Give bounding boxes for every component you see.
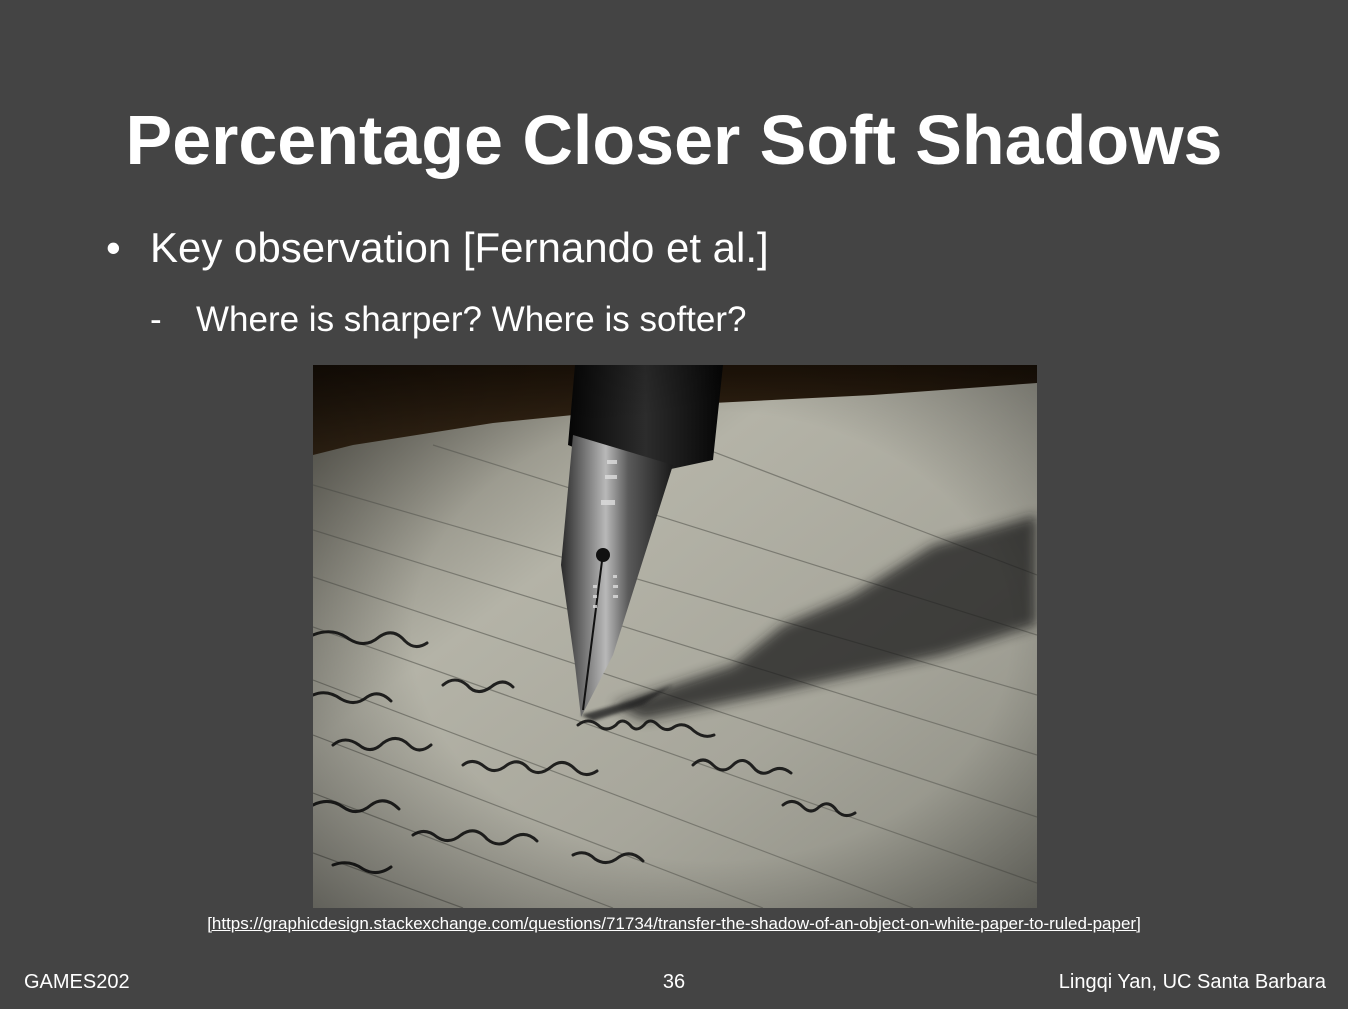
image-source-link[interactable]: [https://graphicdesign.stackexchange.com… [0, 913, 1348, 935]
bullet-point: • Key observation [Fernando et al.] [106, 222, 769, 274]
slide-title: Percentage Closer Soft Shadows [125, 101, 1223, 179]
sub-bullet-point: - Where is sharper? Where is softer? [150, 298, 746, 342]
pen-shadow-photo [313, 365, 1037, 908]
bullet-text: Key observation [Fernando et al.] [150, 224, 769, 271]
footer-author: Lingqi Yan, UC Santa Barbara [1058, 971, 1326, 993]
sub-bullet-text: Where is sharper? Where is softer? [196, 300, 747, 339]
sub-bullet-marker: - [150, 300, 162, 339]
bullet-marker: • [106, 224, 121, 271]
